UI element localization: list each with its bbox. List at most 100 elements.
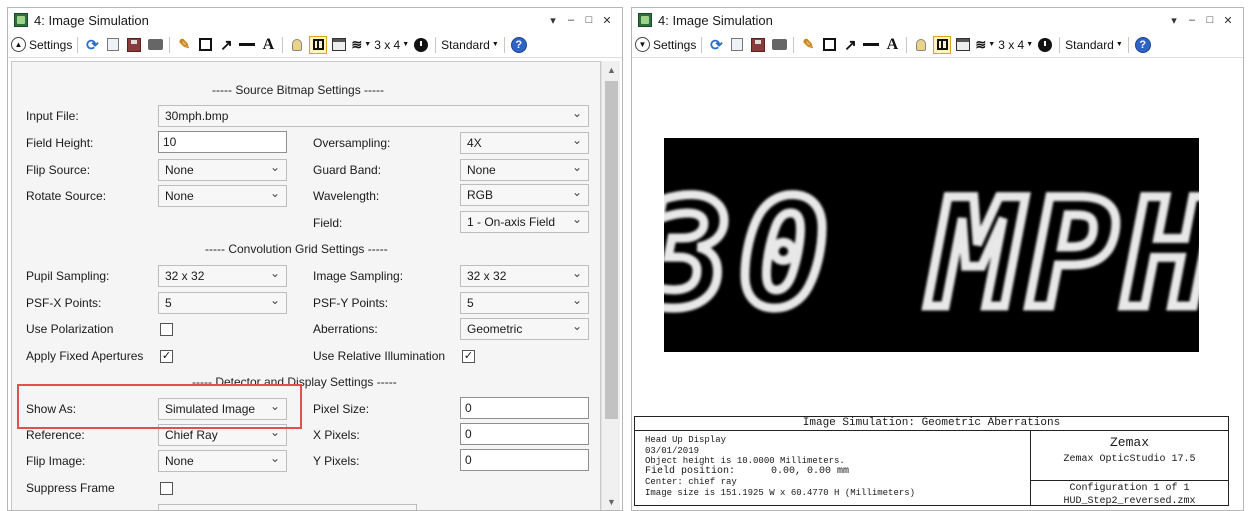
text-icon[interactable]: A bbox=[883, 35, 901, 55]
save-button[interactable] bbox=[749, 35, 767, 55]
app-icon bbox=[638, 13, 652, 27]
suppress-frame-label: Suppress Frame bbox=[26, 481, 115, 495]
copy-button[interactable] bbox=[728, 35, 746, 55]
pencil-icon[interactable]: ✎ bbox=[799, 35, 817, 55]
line-tool-button[interactable] bbox=[862, 35, 880, 55]
image-window: 4: Image Simulation ▾ – □ ✕ ▼ Settings ⟳… bbox=[631, 7, 1244, 511]
flip-image-select[interactable]: None bbox=[158, 448, 287, 472]
rotate-source-select[interactable]: None bbox=[158, 183, 287, 207]
rectangle-tool-button[interactable] bbox=[196, 35, 214, 55]
layout-label: 3 x 4 bbox=[998, 37, 1025, 52]
product-name: Zemax OpticStudio 17.5 bbox=[1063, 454, 1196, 465]
settings-toggle-button[interactable]: ▲ Settings bbox=[11, 35, 72, 55]
suppress-frame-checkbox[interactable] bbox=[160, 482, 173, 495]
settings-label: Settings bbox=[29, 37, 73, 52]
line-icon bbox=[239, 43, 256, 46]
y-pixels-label: Y Pixels: bbox=[313, 454, 360, 468]
scrollbar-thumb[interactable] bbox=[605, 81, 618, 419]
rectangle-tool-button[interactable] bbox=[820, 35, 838, 55]
window-button[interactable] bbox=[330, 35, 348, 55]
pencil-icon[interactable]: ✎ bbox=[175, 35, 193, 55]
flip-image-label: Flip Image: bbox=[26, 454, 86, 468]
input-file-select[interactable]: 30mph.bmp bbox=[158, 103, 589, 127]
print-button[interactable] bbox=[146, 35, 164, 55]
copy-button[interactable] bbox=[104, 35, 122, 55]
field-height-input[interactable]: 10 bbox=[158, 131, 287, 153]
lock-button[interactable] bbox=[912, 35, 930, 55]
file-name: HUD_Step2_reversed.zmx bbox=[1063, 496, 1196, 507]
flip-source-select[interactable]: None bbox=[158, 157, 287, 181]
psf-y-select[interactable]: 5 bbox=[460, 290, 589, 314]
guard-band-select[interactable]: None bbox=[460, 157, 589, 181]
close-button[interactable]: ✕ bbox=[1219, 14, 1237, 27]
reference-select[interactable]: Chief Ray bbox=[158, 422, 287, 446]
arrow-icon[interactable]: ↗ bbox=[217, 35, 235, 55]
window-menu-button[interactable]: ▾ bbox=[1165, 14, 1183, 27]
y-pixels-input[interactable]: 0 bbox=[460, 449, 589, 471]
minimize-button[interactable]: – bbox=[562, 14, 580, 26]
use-polarization-checkbox[interactable] bbox=[160, 323, 173, 336]
refresh-icon[interactable]: ⟳ bbox=[707, 35, 725, 55]
chevron-down-icon: ▼ bbox=[635, 37, 650, 52]
layout-dropdown[interactable]: 3 x 4 ▼ bbox=[998, 35, 1033, 55]
field-height-label: Field Height: bbox=[26, 136, 94, 150]
psf-x-select[interactable]: 5 bbox=[158, 290, 287, 314]
window-icon bbox=[332, 38, 347, 51]
use-relative-illumination-checkbox[interactable]: ✓ bbox=[462, 350, 475, 363]
psf-y-label: PSF-Y Points: bbox=[313, 296, 389, 310]
refresh-icon[interactable]: ⟳ bbox=[83, 35, 101, 55]
x-pixels-input[interactable]: 0 bbox=[460, 423, 589, 445]
layers-icon[interactable]: ≋ ▼ bbox=[975, 35, 995, 55]
restore-button[interactable]: □ bbox=[580, 14, 598, 26]
show-as-select[interactable]: Simulated Image bbox=[158, 396, 287, 420]
layout-dropdown[interactable]: 3 x 4 ▼ bbox=[374, 35, 409, 55]
close-button[interactable]: ✕ bbox=[598, 14, 616, 27]
pixel-size-input[interactable]: 0 bbox=[460, 397, 589, 419]
minimize-button[interactable]: – bbox=[1183, 14, 1201, 26]
simulation-viewport: 30 MPH bbox=[632, 61, 1243, 421]
wavelength-select[interactable]: RGB bbox=[460, 182, 589, 206]
print-button[interactable] bbox=[770, 35, 788, 55]
aberrations-select[interactable]: Geometric bbox=[460, 316, 589, 340]
help-button[interactable]: ? bbox=[1134, 35, 1152, 55]
standard-dropdown[interactable]: Standard ▼ bbox=[441, 35, 499, 55]
output-file-select[interactable] bbox=[158, 502, 417, 510]
restore-button[interactable]: □ bbox=[1201, 14, 1219, 26]
info-details: Head Up Display 03/01/2019 Object height… bbox=[645, 435, 1030, 498]
grid-toggle-button[interactable] bbox=[933, 35, 952, 55]
input-file-label: Input File: bbox=[26, 109, 79, 123]
arrow-icon[interactable]: ↗ bbox=[841, 35, 859, 55]
settings-toggle-button[interactable]: ▼ Settings bbox=[635, 35, 696, 55]
scroll-down-icon[interactable]: ▼ bbox=[602, 497, 621, 507]
print-icon bbox=[147, 39, 163, 50]
scroll-up-icon[interactable]: ▲ bbox=[602, 65, 621, 75]
window-title: 4: Image Simulation bbox=[658, 12, 773, 28]
clock-button[interactable] bbox=[1036, 35, 1054, 55]
image-sampling-label: Image Sampling: bbox=[313, 269, 404, 283]
pupil-sampling-select[interactable]: 32 x 32 bbox=[158, 263, 287, 287]
text-icon[interactable]: A bbox=[259, 35, 277, 55]
lock-icon bbox=[292, 38, 303, 51]
standard-label: Standard bbox=[441, 37, 490, 52]
standard-dropdown[interactable]: Standard ▼ bbox=[1065, 35, 1123, 55]
apply-fixed-apertures-checkbox[interactable]: ✓ bbox=[160, 350, 173, 363]
toolbar-separator bbox=[282, 36, 284, 53]
window-button[interactable] bbox=[954, 35, 972, 55]
toolbar-separator bbox=[169, 36, 171, 53]
layers-icon[interactable]: ≋ ▼ bbox=[351, 35, 371, 55]
image-sampling-select[interactable]: 32 x 32 bbox=[460, 263, 589, 287]
save-button[interactable] bbox=[125, 35, 143, 55]
line-tool-button[interactable] bbox=[238, 35, 256, 55]
lock-button[interactable] bbox=[288, 35, 306, 55]
help-button[interactable]: ? bbox=[510, 35, 528, 55]
help-icon: ? bbox=[1134, 36, 1151, 53]
clock-button[interactable] bbox=[412, 35, 430, 55]
window-menu-button[interactable]: ▾ bbox=[544, 14, 562, 27]
oversampling-select[interactable]: 4X bbox=[460, 130, 589, 154]
apply-fixed-apertures-label: Apply Fixed Apertures bbox=[26, 349, 144, 363]
flip-source-label: Flip Source: bbox=[26, 163, 91, 177]
settings-scrollbar[interactable]: ▲ ▼ bbox=[601, 61, 621, 510]
grid-toggle-button[interactable] bbox=[309, 35, 328, 55]
toolbar-separator bbox=[435, 36, 437, 53]
field-select[interactable]: 1 - On-axis Field bbox=[460, 209, 589, 233]
